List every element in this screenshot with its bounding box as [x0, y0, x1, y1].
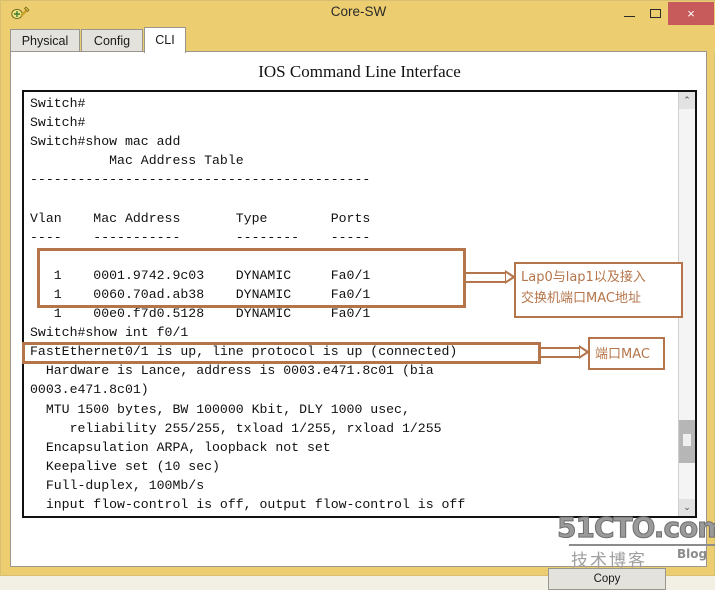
tab-cli[interactable]: CLI: [144, 27, 186, 53]
title-bar: Core-SW ×: [2, 2, 715, 25]
scrollbar-thumb[interactable]: [679, 420, 695, 463]
scroll-up-arrow-icon[interactable]: ⌃: [679, 92, 695, 109]
tab-bar: Physical Config CLI: [2, 25, 715, 53]
close-button[interactable]: ×: [668, 2, 714, 25]
minimize-button[interactable]: [616, 2, 642, 25]
tab-physical[interactable]: Physical: [10, 29, 80, 53]
panel-title: IOS Command Line Interface: [258, 62, 461, 81]
annotation-label-hardware: 端口MAC: [588, 337, 665, 370]
scroll-down-arrow-icon[interactable]: ⌄: [679, 499, 695, 516]
annotation-mac-line2: 交换机端口MAC地址: [521, 291, 641, 306]
tab-config[interactable]: Config: [81, 29, 143, 53]
copy-button[interactable]: Copy: [548, 568, 666, 590]
annotation-mac-line1: Lap0与lap1以及接入: [521, 270, 646, 285]
annotation-label-mac-rows: Lap0与lap1以及接入 交换机端口MAC地址: [514, 262, 683, 318]
maximize-button[interactable]: [642, 2, 668, 25]
window-title: Core-SW: [330, 4, 387, 19]
application-window: Core-SW × Physical Config CLI IOS Comman…: [0, 0, 715, 590]
